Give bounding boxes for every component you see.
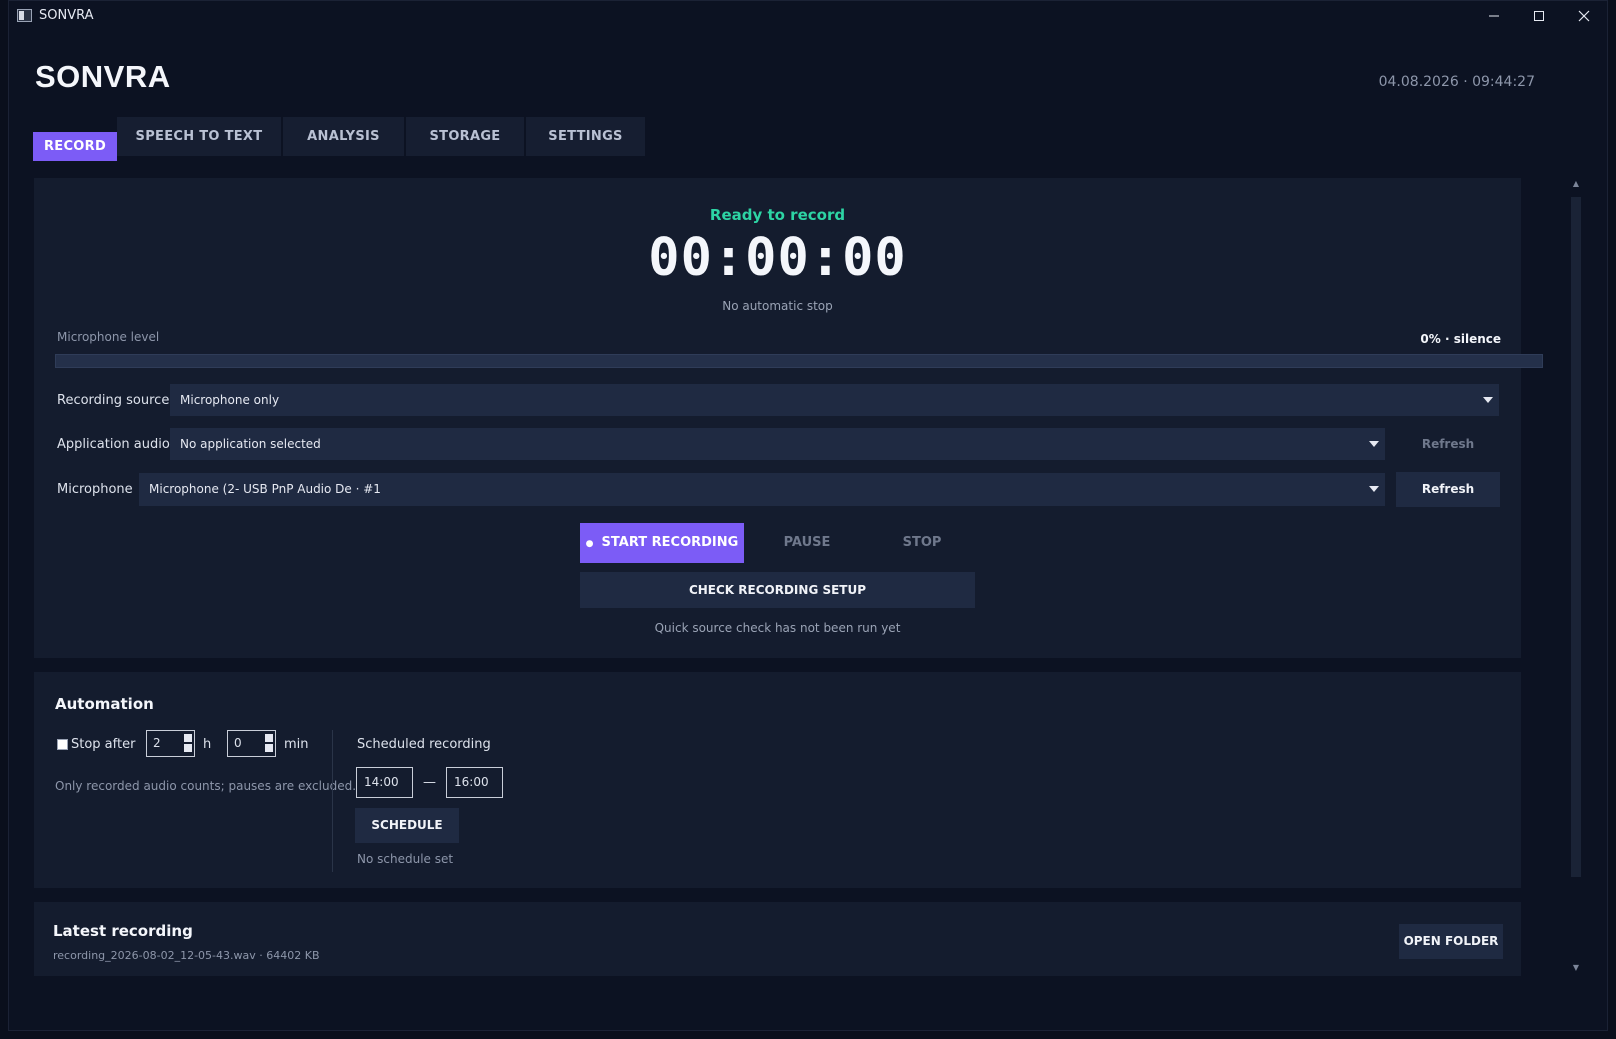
recording-timer: 00:00:00 bbox=[648, 228, 907, 288]
close-icon bbox=[1578, 10, 1590, 22]
mic-level-value: 0% · silence bbox=[1420, 332, 1501, 346]
recording-source-label: Recording source bbox=[57, 393, 170, 408]
window-title: SONVRA bbox=[39, 8, 94, 23]
minutes-spinbox[interactable]: 0 bbox=[227, 730, 276, 757]
tab-settings[interactable]: SETTINGS bbox=[526, 117, 645, 156]
mic-level-label: Microphone level bbox=[57, 330, 160, 344]
app-window-icon bbox=[17, 9, 32, 22]
automation-panel: Automation Stop after 2 h 0 min Only rec… bbox=[34, 672, 1521, 888]
hours-value: 2 bbox=[153, 736, 161, 750]
application-audio-value: No application selected bbox=[180, 437, 321, 451]
latest-recording-file: recording_2026-08-02_12-05-43.wav · 6440… bbox=[53, 949, 320, 962]
tab-speech-to-text[interactable]: SPEECH TO TEXT bbox=[117, 117, 281, 156]
schedule-end-time[interactable]: 16:00 bbox=[446, 767, 503, 798]
close-button[interactable] bbox=[1564, 5, 1604, 27]
app-brand-title: SONVRA bbox=[35, 59, 171, 94]
microphone-select[interactable]: Microphone (2- USB PnP Audio De · #1 bbox=[139, 473, 1385, 506]
auto-stop-info: No automatic stop bbox=[722, 299, 833, 313]
record-panel: Ready to record 00:00:00 No automatic st… bbox=[34, 178, 1543, 658]
open-folder-button[interactable]: OPEN FOLDER bbox=[1399, 924, 1503, 959]
hours-spinbox[interactable]: 2 bbox=[146, 730, 195, 757]
stop-after-note: Only recorded audio counts; pauses are e… bbox=[55, 779, 357, 793]
title-bar: SONVRA bbox=[9, 1, 1607, 31]
maximize-button[interactable] bbox=[1519, 5, 1559, 27]
current-datetime: 04.08.2026 · 09:44:27 bbox=[1378, 74, 1535, 90]
latest-recording-panel: Latest recording recording_2026-08-02_12… bbox=[34, 902, 1521, 976]
schedule-button[interactable]: SCHEDULE bbox=[355, 808, 459, 843]
scheduled-recording-label: Scheduled recording bbox=[357, 737, 491, 752]
check-recording-setup-button[interactable]: CHECK RECORDING SETUP bbox=[580, 572, 975, 608]
chevron-down-icon bbox=[1369, 486, 1379, 492]
recording-source-value: Microphone only bbox=[180, 393, 280, 407]
scrollbar-thumb[interactable] bbox=[1571, 197, 1581, 877]
start-recording-button[interactable]: ● START RECORDING bbox=[580, 523, 744, 563]
stop-after-checkbox[interactable] bbox=[57, 739, 68, 750]
pause-button[interactable]: PAUSE bbox=[759, 523, 855, 563]
scroll-up-arrow[interactable]: ▲ bbox=[1571, 179, 1581, 188]
application-audio-select[interactable]: No application selected bbox=[170, 428, 1385, 460]
record-dot-icon: ● bbox=[585, 539, 594, 549]
recording-status: Ready to record bbox=[709, 206, 846, 224]
time-range-dash: — bbox=[423, 775, 436, 790]
setup-check-status: Quick source check has not been run yet bbox=[654, 621, 901, 635]
microphone-refresh-button[interactable]: Refresh bbox=[1396, 472, 1500, 507]
tab-record[interactable]: RECORD bbox=[33, 132, 117, 161]
mic-level-meter bbox=[55, 354, 1543, 368]
tab-storage[interactable]: STORAGE bbox=[406, 117, 524, 156]
start-recording-label: START RECORDING bbox=[601, 535, 739, 550]
schedule-status: No schedule set bbox=[357, 852, 454, 866]
recording-source-select[interactable]: Microphone only bbox=[170, 384, 1499, 416]
app-window: SONVRA SONVRA 04.08.2026 · 09:44:27 RECO… bbox=[8, 0, 1608, 1031]
minutes-value: 0 bbox=[234, 736, 242, 750]
minutes-unit: min bbox=[284, 737, 309, 752]
chevron-down-icon bbox=[1369, 441, 1379, 447]
scroll-down-arrow[interactable]: ▼ bbox=[1571, 963, 1581, 972]
chevron-down-icon bbox=[1483, 397, 1493, 403]
latest-recording-title: Latest recording bbox=[53, 922, 193, 940]
stop-after-label: Stop after bbox=[71, 737, 136, 752]
hours-unit: h bbox=[203, 737, 212, 752]
minimize-button[interactable] bbox=[1474, 5, 1514, 27]
automation-title: Automation bbox=[55, 695, 154, 713]
microphone-label: Microphone bbox=[57, 482, 133, 497]
stop-button[interactable]: STOP bbox=[874, 523, 970, 563]
app-audio-refresh-button[interactable]: Refresh bbox=[1396, 428, 1500, 460]
spin-arrows-icon[interactable] bbox=[265, 734, 273, 754]
schedule-start-time[interactable]: 14:00 bbox=[356, 767, 413, 798]
microphone-value: Microphone (2- USB PnP Audio De · #1 bbox=[149, 482, 381, 496]
spin-arrows-icon[interactable] bbox=[184, 734, 192, 754]
application-audio-label: Application audio bbox=[57, 437, 170, 452]
automation-divider bbox=[332, 730, 333, 872]
minimize-icon bbox=[1489, 15, 1499, 17]
maximize-icon bbox=[1534, 11, 1544, 21]
tab-analysis[interactable]: ANALYSIS bbox=[283, 117, 404, 156]
